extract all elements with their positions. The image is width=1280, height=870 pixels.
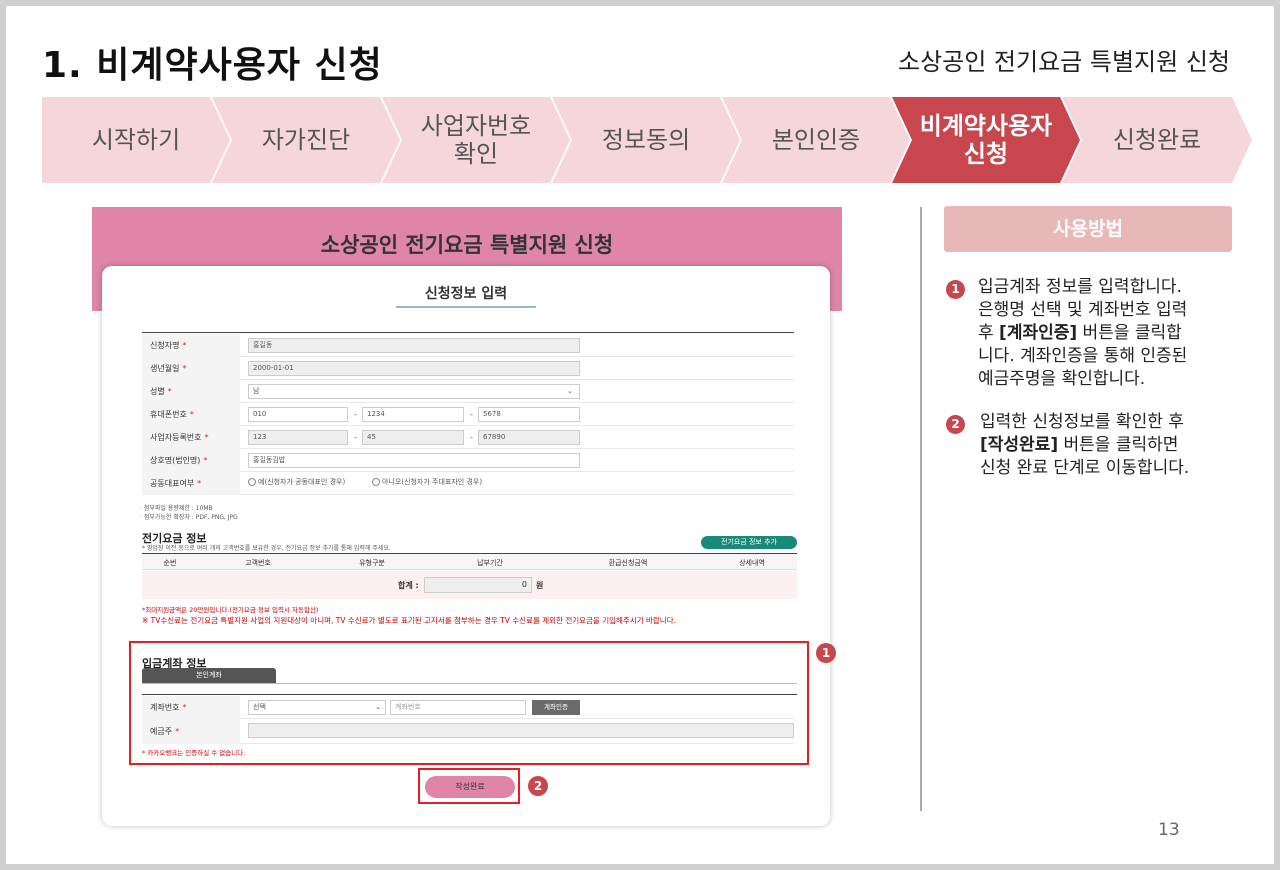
howto-header: 사용방법 xyxy=(944,206,1232,252)
row-company: 상호명(법인명) * 홍길동김밥 xyxy=(142,449,794,472)
phone-field-1[interactable]: 010 xyxy=(248,407,348,422)
chevron-down-icon: ⌄ xyxy=(567,387,573,395)
card-title-underline xyxy=(396,306,536,308)
co-rep-yes-radio[interactable]: 예(신청자가 공동대표인 경우) xyxy=(248,477,345,487)
form-screenshot: 소상공인 전기요금 특별지원 신청 신청정보 입력 신청자명 * 홍길동 생년월일… xyxy=(92,207,842,831)
elec-total-field: 0 xyxy=(424,577,532,593)
phone-field-3[interactable]: 5678 xyxy=(478,407,580,422)
howto-badge-1: 1 xyxy=(946,280,965,299)
row-name: 신청자명 * 홍길동 xyxy=(142,334,794,357)
file-ext-note: · 첨부가능한 확장자 : PDF, PNG, JPG xyxy=(140,514,238,521)
step-complete: 신청완료 xyxy=(1062,97,1252,183)
page-title: 1. 비계약사용자 신청 xyxy=(42,45,383,86)
elec-table-header: 순번 고객번호 유형구분 납부기간 환급신청금액 상세내역 xyxy=(142,553,797,570)
row-gender: 성별 * 남 ⌄ xyxy=(142,380,794,403)
highlight-submit xyxy=(418,768,520,804)
name-field[interactable]: 홍길동 xyxy=(248,338,580,353)
row-birth: 생년월일 * 2000-01-01 xyxy=(142,357,794,380)
howto-item-2: 입력한 신청정보를 확인한 후 [작성완료] 버튼을 클릭하면 신청 완료 단계… xyxy=(980,412,1190,478)
add-elec-info-button[interactable]: 전기요금 정보 추가 xyxy=(701,536,797,549)
company-field[interactable]: 홍길동김밥 xyxy=(248,453,580,468)
highlight-account-section xyxy=(129,641,809,765)
badge-1: 1 xyxy=(816,643,836,663)
phone-field-2[interactable]: 1234 xyxy=(362,407,464,422)
slide: 1. 비계약사용자 신청 소상공인 전기요금 특별지원 신청 시작하기 자가진단… xyxy=(6,6,1274,864)
elec-total-row: 합계 : 0 원 xyxy=(142,571,797,599)
tv-fee-note: ※ TV수신료는 전기요금 특별지원 사업의 지원대상이 아니며, TV 수신료… xyxy=(142,616,676,625)
step-start: 시작하기 xyxy=(42,97,230,183)
row-phone: 휴대폰번호 * 010 - 1234 - 5678 xyxy=(142,403,794,426)
howto-item-1: 입금계좌 정보를 입력합니다. 은행명 선택 및 계좌번호 입력 후 [계좌인증… xyxy=(978,277,1188,389)
co-rep-no-radio[interactable]: 아니오(신청자가 주대표자인 경우) xyxy=(372,477,482,487)
page-subtitle: 소상공인 전기요금 특별지원 신청 xyxy=(897,48,1230,76)
step-consent: 정보동의 xyxy=(552,97,740,183)
birth-field[interactable]: 2000-01-01 xyxy=(248,361,580,376)
step-identity: 본인인증 xyxy=(722,97,910,183)
file-size-note: · 첨부파일 용량제한 : 10MB xyxy=(140,505,213,512)
howto-badge-2: 2 xyxy=(946,415,965,434)
screenshot-header-title: 소상공인 전기요금 특별지원 신청 xyxy=(320,233,614,257)
step-progress: 시작하기 자가진단 사업자번호 확인 정보동의 본인인증 비계약사용자 신청 신… xyxy=(42,97,1252,183)
elec-section-desc: * 영업장 이전 등으로 여러 개의 고객번호를 보유한 경우, 전기요금 정보… xyxy=(142,545,391,552)
step-biz-number: 사업자번호 확인 xyxy=(382,97,570,183)
gender-select[interactable]: 남 ⌄ xyxy=(248,384,580,399)
badge-2: 2 xyxy=(528,776,548,796)
vertical-divider xyxy=(920,207,922,811)
page-number: 13 xyxy=(1158,820,1180,840)
row-bizno: 사업자등록번호 * 123 - 45 - 67890 xyxy=(142,426,794,449)
row-co-rep: 공동대표여부 * 예(신청자가 공동대표인 경우) 아니오(신청자가 주대표자인 … xyxy=(142,472,794,495)
bizno-field-2[interactable]: 45 xyxy=(362,430,464,445)
bizno-field-1[interactable]: 123 xyxy=(248,430,348,445)
bizno-field-3[interactable]: 67890 xyxy=(478,430,580,445)
step-non-contract-apply: 비계약사용자 신청 xyxy=(892,97,1080,183)
step-self-check: 자가진단 xyxy=(212,97,400,183)
card-title: 신청정보 입력 xyxy=(424,286,508,302)
